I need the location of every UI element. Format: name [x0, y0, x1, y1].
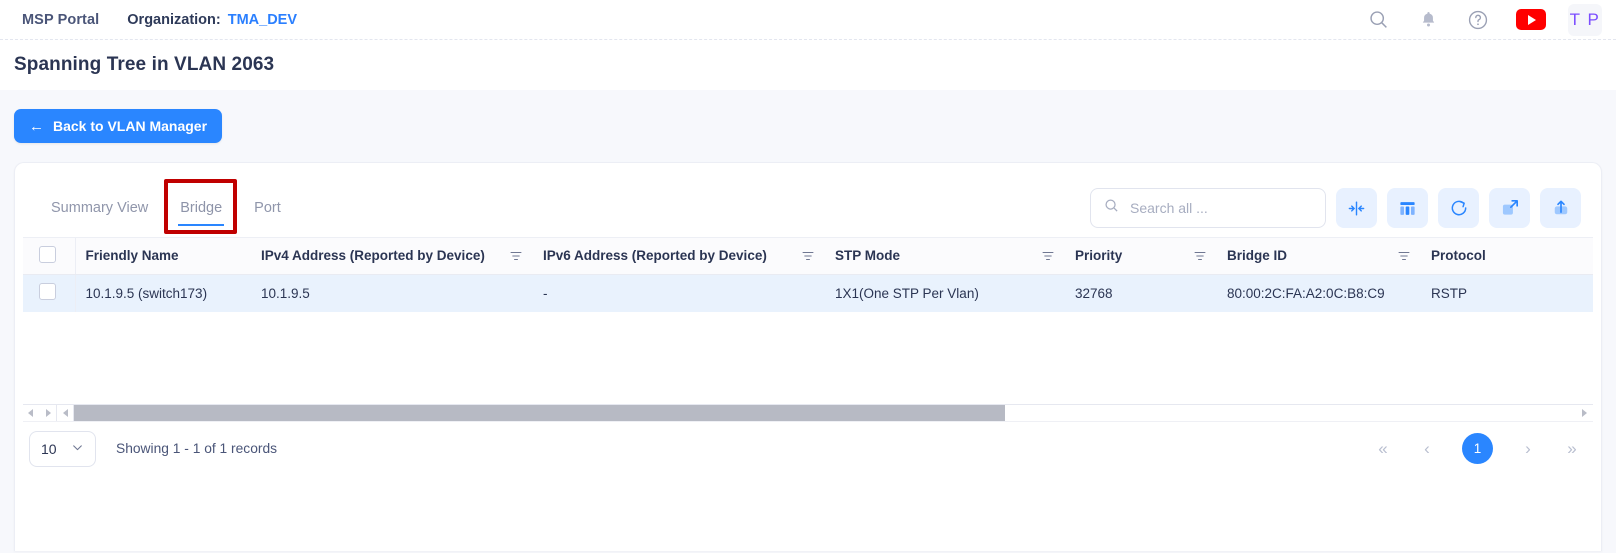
pagination: « ‹ 1 › »: [1374, 433, 1581, 464]
organization-name[interactable]: TMA_DEV: [228, 12, 297, 28]
column-header-protocol[interactable]: Protocol: [1421, 238, 1593, 274]
column-label: STP Mode: [835, 248, 900, 263]
horizontal-scrollbar[interactable]: [23, 404, 1593, 421]
page-size-value: 10: [41, 441, 57, 457]
organization-selector[interactable]: Organization: TMA_DEV: [127, 12, 297, 28]
search-input[interactable]: [1128, 199, 1312, 217]
pagination-page-1[interactable]: 1: [1462, 433, 1493, 464]
column-header-stp-mode[interactable]: STP Mode: [825, 238, 1065, 274]
help-icon[interactable]: [1466, 8, 1490, 32]
column-label: IPv4 Address (Reported by Device): [261, 248, 485, 263]
row-checkbox[interactable]: [39, 283, 56, 300]
pagination-next-button[interactable]: ›: [1519, 436, 1537, 462]
cell-protocol: RSTP: [1421, 274, 1593, 312]
cell-ipv6: -: [533, 274, 825, 312]
bridge-table-element: Friendly Name IPv4 Address (Reported by …: [23, 238, 1593, 312]
topbar-icon-group: T P: [1366, 4, 1602, 36]
search-icon[interactable]: [1366, 8, 1390, 32]
column-label: Priority: [1075, 248, 1122, 263]
filter-icon[interactable]: [1041, 249, 1055, 263]
column-label: Friendly Name: [86, 248, 179, 263]
pagination-last-button[interactable]: »: [1563, 436, 1581, 462]
back-button-label: Back to VLAN Manager: [53, 118, 207, 134]
app-brand[interactable]: MSP Portal: [22, 12, 99, 28]
column-header-bridge-id[interactable]: Bridge ID: [1217, 238, 1421, 274]
chevron-right-icon: [1582, 409, 1587, 417]
table-body: 10.1.9.5 (switch173) 10.1.9.5 - 1X1(One …: [23, 274, 1593, 312]
column-label: Protocol: [1431, 248, 1486, 263]
scroll-step-right-button[interactable]: [1576, 405, 1593, 421]
filter-icon[interactable]: [801, 249, 815, 263]
scroll-left-icon[interactable]: [28, 409, 33, 417]
table-row[interactable]: 10.1.9.5 (switch173) 10.1.9.5 - 1X1(One …: [23, 274, 1593, 312]
expand-icon[interactable]: [1489, 188, 1530, 228]
search-box[interactable]: [1090, 188, 1326, 228]
bell-icon[interactable]: [1416, 8, 1440, 32]
cell-bridge-id: 80:00:2C:FA:A2:0C:B8:C9: [1217, 274, 1421, 312]
cell-friendly-name: 10.1.9.5 (switch173): [75, 274, 251, 312]
page-title-bar: Spanning Tree in VLAN 2063: [0, 40, 1616, 90]
filter-icon[interactable]: [509, 249, 523, 263]
search-icon: [1104, 198, 1119, 218]
column-header-ipv4-address[interactable]: IPv4 Address (Reported by Device): [251, 238, 533, 274]
refresh-icon[interactable]: [1438, 188, 1479, 228]
bridge-table-card: Summary View Bridge Port: [14, 162, 1602, 551]
scroll-right-icon[interactable]: [46, 409, 51, 417]
select-all-checkbox[interactable]: [39, 246, 56, 263]
row-select-cell: [23, 274, 75, 312]
table-empty-space: [23, 312, 1593, 404]
page-title: Spanning Tree in VLAN 2063: [14, 54, 274, 76]
table-toolbar: [1090, 188, 1581, 228]
pagination-prev-button[interactable]: ‹: [1418, 436, 1436, 462]
column-header-priority[interactable]: Priority: [1065, 238, 1217, 274]
tab-summary-view[interactable]: Summary View: [35, 191, 164, 226]
back-to-vlan-manager-button[interactable]: ← Back to VLAN Manager: [14, 109, 222, 143]
chevron-down-icon: [71, 441, 84, 457]
cell-priority: 32768: [1065, 274, 1217, 312]
filter-icon[interactable]: [1193, 249, 1207, 263]
chevron-left-icon: [63, 409, 68, 417]
pagination-first-button[interactable]: «: [1374, 436, 1392, 462]
table-header-row: Friendly Name IPv4 Address (Reported by …: [23, 238, 1593, 274]
organization-label: Organization:: [127, 12, 220, 28]
page-content: ← Back to VLAN Manager Summary View Brid…: [0, 90, 1616, 553]
fit-columns-icon[interactable]: [1336, 188, 1377, 228]
tabs-toolbar-row: Summary View Bridge Port: [15, 163, 1601, 237]
scrollbar-thumb[interactable]: [74, 405, 1005, 421]
filter-icon[interactable]: [1397, 249, 1411, 263]
column-label: IPv6 Address (Reported by Device): [543, 248, 767, 263]
record-count-label: Showing 1 - 1 of 1 records: [116, 441, 277, 456]
column-header-friendly-name[interactable]: Friendly Name: [75, 238, 251, 274]
page-size-select[interactable]: 10: [29, 431, 96, 467]
table-header: Friendly Name IPv4 Address (Reported by …: [23, 238, 1593, 274]
column-header-ipv6-address[interactable]: IPv6 Address (Reported by Device): [533, 238, 825, 274]
select-all-header: [23, 238, 75, 274]
column-label: Bridge ID: [1227, 248, 1287, 263]
column-chooser-icon[interactable]: [1387, 188, 1428, 228]
scroll-page-arrows[interactable]: [23, 405, 57, 421]
scroll-step-left-button[interactable]: [57, 405, 74, 421]
avatar[interactable]: T P: [1568, 4, 1602, 36]
scrollbar-track[interactable]: [74, 405, 1576, 421]
cell-stp-mode: 1X1(One STP Per Vlan): [825, 274, 1065, 312]
cell-ipv4: 10.1.9.5: [251, 274, 533, 312]
export-icon[interactable]: [1540, 188, 1581, 228]
bridge-table: Friendly Name IPv4 Address (Reported by …: [23, 237, 1593, 404]
tab-list: Summary View Bridge Port: [35, 191, 297, 226]
tab-port[interactable]: Port: [238, 191, 297, 226]
top-navigation-bar: MSP Portal Organization: TMA_DEV T P: [0, 0, 1616, 40]
table-footer: 10 Showing 1 - 1 of 1 records « ‹ 1 › »: [23, 421, 1593, 475]
tab-bridge[interactable]: Bridge: [164, 191, 238, 226]
left-arrow-icon: ←: [29, 119, 44, 134]
youtube-icon[interactable]: [1516, 9, 1546, 30]
